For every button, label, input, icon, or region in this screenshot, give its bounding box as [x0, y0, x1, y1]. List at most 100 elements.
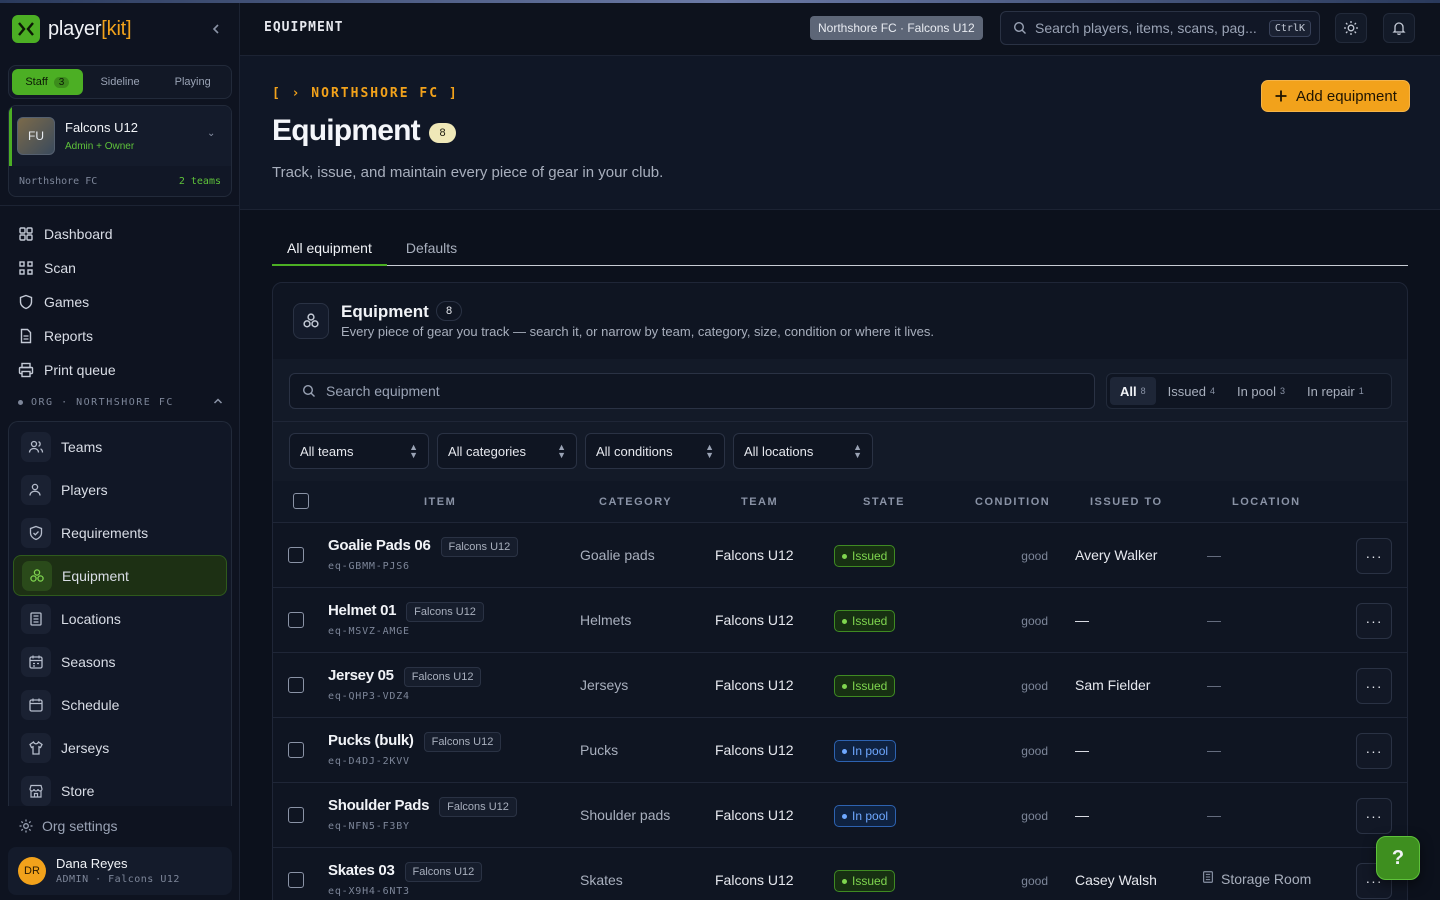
global-search-input[interactable]: Search players, items, scans, pag... Ctr…	[1000, 11, 1320, 45]
user-icon	[21, 474, 51, 505]
team-filter-select[interactable]: All teams ▲ ▼	[289, 433, 429, 469]
segment-in-pool[interactable]: In pool 3	[1227, 377, 1295, 405]
item-category: Goalie pads	[580, 547, 655, 563]
row-checkbox[interactable]	[288, 677, 304, 693]
org-item-equipment[interactable]: Equipment	[13, 555, 227, 596]
org-item-players[interactable]: Players	[13, 469, 227, 510]
mode-tab-playing[interactable]: Playing	[157, 69, 228, 95]
bell-icon	[1392, 22, 1406, 36]
row-checkbox[interactable]	[288, 612, 304, 628]
panel-subtitle: Every piece of gear you track — search i…	[341, 324, 934, 339]
item-condition: good	[1021, 809, 1048, 823]
toolbar-divider	[273, 421, 1407, 422]
item-name[interactable]: Jersey 05	[328, 667, 394, 684]
org-settings-link[interactable]: Org settings	[18, 818, 117, 834]
row-actions-button[interactable]: ···	[1356, 733, 1392, 769]
org-item-requirements[interactable]: Requirements	[13, 512, 227, 553]
segment-all[interactable]: All 8	[1110, 377, 1156, 405]
table-row[interactable]: Helmet 01 Falcons U12 eq-MSVZ-AMGE Helme…	[273, 588, 1407, 653]
column-header-item[interactable]: ITEM	[424, 496, 456, 508]
select-all-checkbox[interactable]	[293, 493, 309, 509]
team-avatar: FU	[17, 117, 55, 155]
item-name[interactable]: Pucks (bulk)	[328, 732, 414, 749]
row-checkbox[interactable]	[288, 547, 304, 563]
table-row[interactable]: Pucks (bulk) Falcons U12 eq-D4DJ-2KVV Pu…	[273, 718, 1407, 783]
status-badge: Issued	[834, 870, 896, 892]
tab-all-equipment[interactable]: All equipment	[272, 232, 387, 266]
team-count: 2 teams	[178, 176, 221, 187]
location-filter-select[interactable]: All locations ▲ ▼	[733, 433, 873, 469]
nav-item-games[interactable]: Games	[8, 285, 232, 319]
column-header-category[interactable]: CATEGORY	[599, 496, 672, 508]
sun-icon	[1344, 21, 1358, 35]
brand[interactable]: player[kit]	[12, 15, 132, 43]
row-actions-button[interactable]: ···	[1356, 538, 1392, 574]
table-row[interactable]: Goalie Pads 06 Falcons U12 eq-GBMM-PJS6 …	[273, 523, 1407, 588]
org-item-seasons[interactable]: Seasons	[13, 641, 227, 682]
row-actions-button[interactable]: ···	[1356, 603, 1392, 639]
segment-issued[interactable]: Issued 4	[1158, 377, 1225, 405]
org-item-locations[interactable]: Locations	[13, 598, 227, 639]
row-checkbox[interactable]	[288, 872, 304, 888]
collapse-sidebar-icon[interactable]	[206, 19, 226, 39]
equipment-search-input[interactable]: Search equipment	[289, 373, 1095, 409]
mode-tab-staff[interactable]: Staff 3	[12, 69, 83, 95]
org-item-jerseys[interactable]: Jerseys	[13, 727, 227, 768]
item-category: Pucks	[580, 742, 619, 758]
mode-tab-sideline[interactable]: Sideline	[85, 69, 156, 95]
item-name[interactable]: Skates 03	[328, 862, 395, 879]
item-name[interactable]: Goalie Pads 06	[328, 537, 431, 554]
row-actions-button[interactable]: ···	[1356, 668, 1392, 704]
team-switcher[interactable]: FU Falcons U12 Admin + Owner ⌄ Northshor…	[8, 105, 232, 197]
table-row[interactable]: Shoulder Pads Falcons U12 eq-NFN5-F3BY S…	[273, 783, 1407, 848]
item-issued-to: —	[1075, 612, 1089, 628]
item-id: eq-GBMM-PJS6	[328, 561, 410, 572]
segment-in-repair[interactable]: In repair 1	[1297, 377, 1374, 405]
nav-item-reports[interactable]: Reports	[8, 319, 232, 353]
org-item-schedule[interactable]: Schedule	[13, 684, 227, 725]
category-filter-select[interactable]: All categories ▲ ▼	[437, 433, 577, 469]
item-name[interactable]: Helmet 01	[328, 602, 396, 619]
org-item-teams[interactable]: Teams	[13, 426, 227, 467]
row-checkbox[interactable]	[288, 807, 304, 823]
column-header-team[interactable]: TEAM	[741, 496, 778, 508]
status-dot	[842, 683, 847, 689]
org-item-store[interactable]: Store	[13, 770, 227, 806]
column-header-condition[interactable]: CONDITION	[975, 496, 1050, 508]
row-checkbox[interactable]	[288, 742, 304, 758]
theme-toggle-button[interactable]	[1335, 13, 1367, 43]
column-header-state[interactable]: STATE	[863, 496, 905, 508]
row-actions-button[interactable]: ···	[1356, 798, 1392, 834]
state-filter-segments: All 8 Issued 4 In pool 3 In repair 1	[1106, 373, 1392, 409]
tab-defaults[interactable]: Defaults	[391, 232, 472, 266]
nav-item-scan[interactable]: Scan	[8, 251, 232, 285]
notifications-button[interactable]	[1383, 13, 1415, 43]
add-equipment-button[interactable]: Add equipment	[1262, 81, 1409, 111]
item-name[interactable]: Shoulder Pads	[328, 797, 429, 814]
user-card[interactable]: DR Dana Reyes ADMIN · Falcons U12	[8, 847, 232, 895]
printer-icon	[18, 362, 34, 378]
table-row[interactable]: Skates 03 Falcons U12 eq-X9H4-6NT3 Skate…	[273, 848, 1407, 900]
store-icon	[21, 775, 51, 806]
breadcrumb[interactable]: [ › NORTHSHORE FC ]	[272, 86, 459, 101]
condition-filter-select[interactable]: All conditions ▲ ▼	[585, 433, 725, 469]
report-icon	[20, 328, 32, 344]
nav-item-dashboard[interactable]: Dashboard	[8, 217, 232, 251]
status-badge: Issued	[834, 610, 896, 632]
nav-item-print-queue[interactable]: Print queue	[8, 353, 232, 387]
org-section-header[interactable]: ORG · NORTHSHORE FC	[18, 395, 224, 410]
item-location: —	[1207, 742, 1221, 758]
column-header-location[interactable]: LOCATION	[1232, 496, 1301, 508]
item-issued-to: —	[1075, 807, 1089, 823]
shortcut-hint: CtrlK	[1268, 19, 1311, 37]
table-row[interactable]: Jersey 05 Falcons U12 eq-QHP3-VDZ4 Jerse…	[273, 653, 1407, 718]
item-team: Falcons U12	[715, 872, 794, 888]
item-team-tag: Falcons U12	[406, 602, 484, 622]
help-button[interactable]: ?	[1376, 836, 1420, 880]
chevron-down-icon[interactable]: ⌄	[207, 128, 215, 139]
column-header-issued-to[interactable]: ISSUED TO	[1090, 496, 1163, 508]
context-badge[interactable]: Northshore FC · Falcons U12	[810, 16, 983, 40]
item-id: eq-X9H4-6NT3	[328, 886, 410, 897]
nav-divider	[0, 205, 240, 206]
chevron-up-icon[interactable]	[212, 395, 224, 410]
